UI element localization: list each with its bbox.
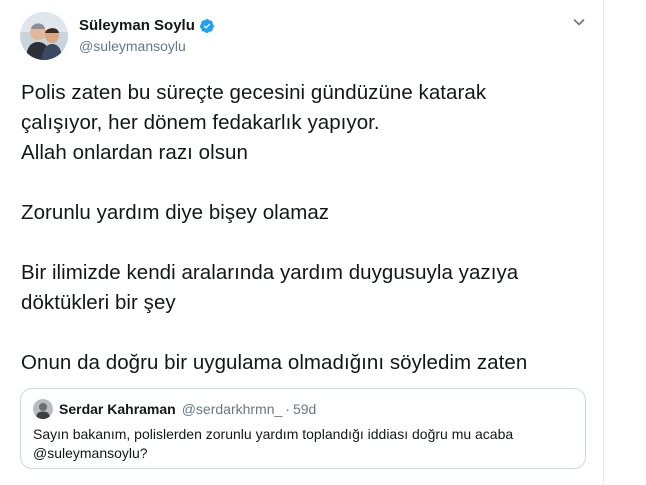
- quoted-author-display-name: Serdar Kahraman: [59, 401, 176, 417]
- author-handle[interactable]: @suleymansoylu: [79, 37, 215, 56]
- quoted-tweet-header: Serdar Kahraman @serdarkhrmn_ · 59d: [33, 399, 573, 419]
- tweet-body: Polis zaten bu süreçte gecesini gündüzün…: [21, 78, 591, 378]
- verified-badge-icon: [199, 18, 215, 34]
- quoted-author-handle: @serdarkhrmn_: [181, 401, 283, 417]
- quoted-separator: ·: [285, 401, 290, 417]
- quoted-tweet[interactable]: Serdar Kahraman @serdarkhrmn_ · 59d Sayı…: [20, 388, 586, 469]
- quoted-author-avatar: [33, 399, 53, 419]
- quoted-tweet-text: Sayın bakanım, polislerden zorunlu yardı…: [33, 426, 514, 461]
- tweet-paragraph: Zorunlu yardım diye bişey olamaz: [21, 201, 330, 224]
- chevron-down-icon[interactable]: [571, 14, 587, 30]
- tweet-paragraph: Polis zaten bu süreçte gecesini gündüzün…: [21, 81, 487, 164]
- tweet-header: Süleyman Soylu @suleymansoylu: [20, 12, 215, 60]
- tweet-card: Süleyman Soylu @suleymansoylu Polis zate…: [0, 0, 604, 485]
- tweet-paragraph: Bir ilimizde kendi aralarında yardım duy…: [21, 261, 519, 314]
- tweet-paragraph: Onun da doğru bir uygulama olmadığını sö…: [21, 351, 528, 374]
- author-name-row: Süleyman Soylu: [79, 16, 215, 36]
- author-display-name[interactable]: Süleyman Soylu: [79, 16, 195, 36]
- quoted-timestamp: 59d: [292, 401, 317, 417]
- author-names: Süleyman Soylu @suleymansoylu: [79, 16, 215, 56]
- author-avatar[interactable]: [20, 12, 68, 60]
